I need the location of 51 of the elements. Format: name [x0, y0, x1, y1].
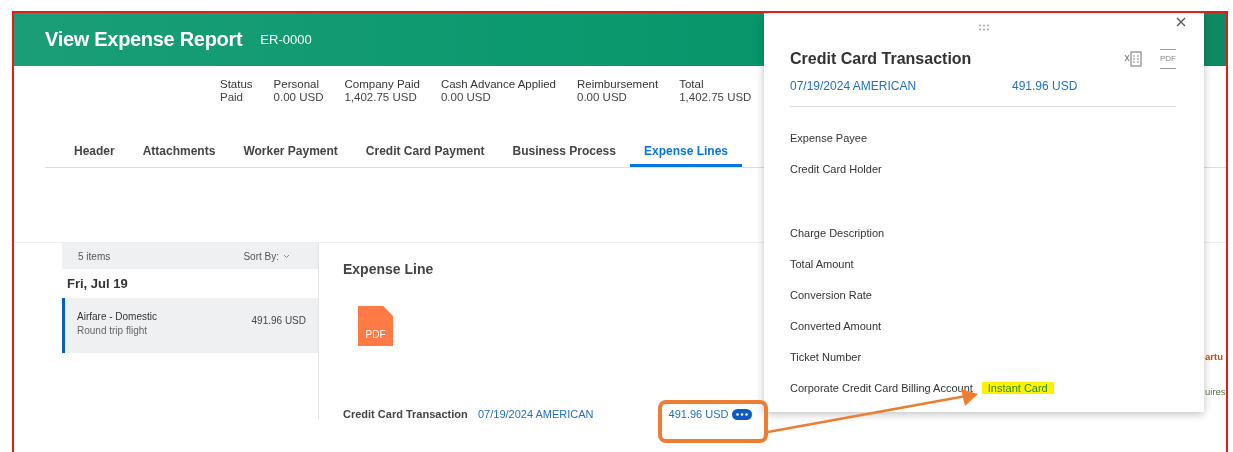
field-label: Conversion Rate	[790, 288, 872, 301]
tab[interactable]: Business Process	[498, 136, 630, 167]
field-label: Corporate Credit Card Billing Account	[790, 381, 973, 394]
summary-label: Status	[220, 78, 253, 91]
page-title: View Expense Report	[45, 28, 243, 51]
transaction-link[interactable]: 07/19/2024 AMERICAN	[790, 79, 1012, 93]
field-label: Credit Card Transaction	[343, 408, 469, 420]
field-label: Total Amount	[790, 257, 854, 270]
amount-link[interactable]: 491.96 USD	[1012, 79, 1078, 93]
field-value: Instant Card	[981, 381, 1054, 394]
chevron-icon	[283, 253, 290, 259]
more-icon	[735, 412, 748, 416]
spreadsheet-export-icon[interactable]	[1124, 49, 1142, 69]
field-label: Credit Card Holder	[790, 162, 882, 175]
tab[interactable]: Attachments	[128, 136, 230, 167]
field-label: Expense Payee	[790, 131, 868, 144]
summary-label: Total	[679, 78, 705, 91]
summary-value: 1,402.75 USD	[679, 91, 752, 104]
pdf-export-button[interactable]: PDF	[1160, 49, 1176, 69]
amount-link[interactable]: 491.96 USD	[668, 408, 729, 420]
tab[interactable]: Header	[60, 136, 129, 167]
expense-item[interactable]: Airfare - Domestic Round trip flight 491.96 USD	[62, 298, 318, 353]
section-title: Expense Line	[343, 261, 434, 277]
summary-label: Company Paid	[344, 78, 420, 91]
tab[interactable]: Credit Card Payment	[351, 136, 499, 167]
tab[interactable]: Worker Payment	[229, 136, 352, 167]
report-id: ER-0000	[260, 32, 312, 47]
cut-text: uires	[1205, 386, 1226, 397]
transaction-link[interactable]: 07/19/2024 AMERICAN	[478, 408, 594, 420]
item-amount: 491.96 USD	[251, 314, 306, 328]
summary-value: 0.00 USD	[440, 91, 492, 104]
tab[interactable]: Expense Lines	[629, 136, 742, 167]
more-button[interactable]	[731, 408, 752, 420]
cut-text: artu	[1205, 351, 1224, 362]
summary-label: Reimbursement	[577, 78, 659, 91]
date-heading: Fri, Jul 19	[66, 275, 129, 293]
item-title: Airfare - Domestic	[77, 311, 157, 322]
item-count: 5 items	[78, 250, 111, 262]
summary-value: 0.00 USD	[273, 91, 324, 104]
summary-label: Cash Advance Applied	[440, 78, 556, 91]
summary-value: 1,402.75 USD	[344, 91, 418, 104]
summary-label: Personal	[273, 78, 320, 91]
field-label: Ticket Number	[790, 350, 862, 363]
drag-handle-icon[interactable]	[978, 23, 990, 31]
sort-dropdown[interactable]: Sort By:	[243, 250, 290, 262]
field-label: Converted Amount	[790, 319, 882, 332]
summary-value: Paid	[220, 91, 245, 104]
item-subtitle: Round trip flight	[77, 325, 149, 336]
summary-value: 0.00 USD	[577, 91, 628, 104]
popup-title: Credit Card Transaction	[790, 50, 972, 68]
field-label: Charge Description	[790, 226, 885, 239]
